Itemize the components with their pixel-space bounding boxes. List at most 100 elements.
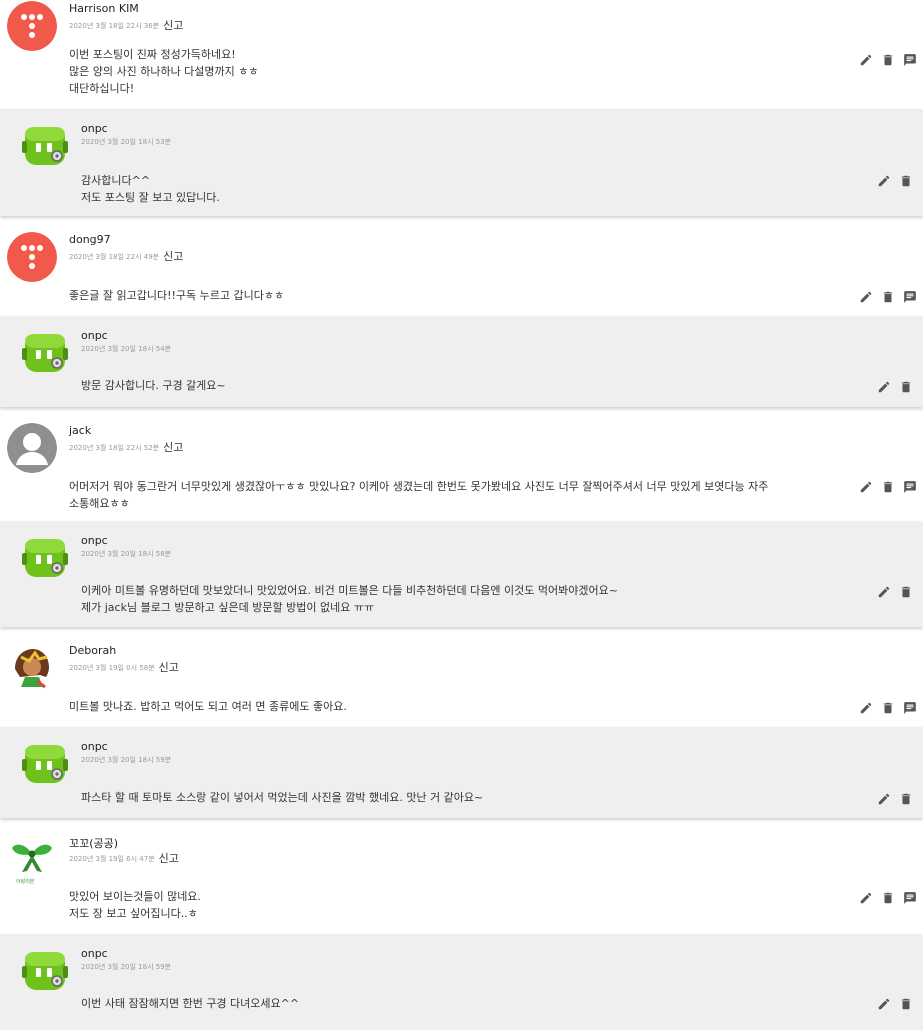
edit-icon[interactable] [877,585,891,599]
delete-icon[interactable] [881,891,895,905]
reply-line: 이케아 미트볼 유명하던데 맛보았더니 맛있었어요. 비건 미트볼은 다들 비추… [81,584,618,597]
cartoon-girl-avatar[interactable] [7,643,57,693]
comment: Harrison KIM 2020년 3월 18일 22시 36분 신고이번 포스팅… [0,0,923,109]
reply-author[interactable]: onpc [81,122,108,135]
comment-meta: 2020년 3월 18일 22시 36분 신고 [69,16,183,32]
comment-body: 이번 포스팅이 진짜 정성가득하네요! 많은 양의 사진 하나하나 다설명까지 ㅎ… [69,46,259,97]
edit-icon[interactable] [877,792,891,806]
comment-actions [859,891,917,905]
reply-body: 방문 감사합니다. 구경 갈게요~ [81,377,226,394]
comment-line: 대단하십니다! [69,82,135,95]
comment-author[interactable]: dong97 [69,233,111,246]
comment-date: 2020년 3월 19일 6시 47분 [69,855,155,863]
comment-date: 2020년 3월 18일 22시 52분 [69,444,160,452]
report-link[interactable]: 신고 [159,852,179,865]
edit-icon[interactable] [877,997,891,1011]
edit-icon[interactable] [859,290,873,304]
green-robot-avatar[interactable] [22,123,68,169]
default-user-avatar[interactable] [7,423,57,473]
reply-body: 파스타 할 때 토마토 소스랑 같이 넣어서 먹었는데 사진을 깜박 했네요. … [81,789,483,806]
comment-line: 소통해요ㅎㅎ [69,497,130,510]
report-link[interactable]: 신고 [163,441,183,454]
tistory-logo-avatar[interactable] [7,232,57,282]
edit-icon[interactable] [859,891,873,905]
comment: jack 2020년 3월 18일 22시 52분 신고 어머저거 뭐야 동그란거 너… [0,413,923,521]
green-ribbon-avatar[interactable] [7,834,57,884]
comment-author[interactable]: Harrison KIM [69,2,139,15]
reply-line: 방문 감사합니다. 구경 갈게요~ [81,379,226,392]
comment-actions [859,480,917,494]
comment-actions [859,53,917,67]
comment-line: 이번 포스팅이 진짜 정성가득하네요! [69,48,236,61]
comment-line: 저도 장 보고 싶어집니다..ㅎ [69,907,198,920]
delete-icon[interactable] [881,480,895,494]
comment: dong97 2020년 3월 18일 22시 49분 신고좋은글 잘 읽고갑니다!… [0,222,923,316]
delete-icon[interactable] [899,174,913,188]
reply-icon[interactable] [903,53,917,67]
reply-author[interactable]: onpc [81,740,108,753]
reply-author[interactable]: onpc [81,329,108,342]
delete-icon[interactable] [899,997,913,1011]
reply-icon[interactable] [903,480,917,494]
comment-body: 미트볼 맛나죠. 밥하고 먹어도 되고 여러 면 종류에도 좋아요. [69,698,347,715]
reply-icon[interactable] [903,701,917,715]
reply-date: 2020년 3월 20일 18시 54분 [81,345,172,353]
comment-date: 2020년 3월 19일 0시 58분 [69,664,155,672]
comment-meta: 2020년 3월 19일 0시 58분 신고 [69,658,179,674]
delete-icon[interactable] [881,290,895,304]
comment-author[interactable]: jack [69,424,91,437]
reply-icon[interactable] [903,891,917,905]
green-robot-avatar[interactable] [22,330,68,376]
tistory-logo-avatar[interactable] [7,1,57,51]
green-robot-avatar[interactable] [22,741,68,787]
reply: onpc 2020년 3월 20일 18시 53분감사합니다^^ 저도 포스팅 잘 … [0,109,923,216]
reply-line: 파스타 할 때 토마토 소스랑 같이 넣어서 먹었는데 사진을 깜박 했네요. … [81,791,484,804]
delete-icon[interactable] [899,380,913,394]
reply: onpc 2020년 3월 20일 18시 59분파스타 할 때 토마토 소스랑 … [0,727,923,818]
reply-date: 2020년 3월 20일 18시 53분 [81,138,172,146]
reply-actions [877,174,913,188]
delete-icon[interactable] [899,585,913,599]
comment: Deborah 2020년 3월 19일 0시 58분 신고미트볼 맛나죠. 밥하고… [0,633,923,727]
comment-meta: 2020년 3월 19일 6시 47분 신고 [69,849,179,865]
reply: onpc 2020년 3월 20일 18시 58분 이케아 미트볼 유명하던데 맛보… [0,521,923,627]
reply-actions [877,380,913,394]
report-link[interactable]: 신고 [163,19,183,32]
reply-date: 2020년 3월 20일 18시 59분 [81,963,172,971]
comment-line: 좋은글 잘 읽고갑니다!!구독 누르고 갑니다ㅎㅎ [69,289,285,302]
comment-author[interactable]: Deborah [69,644,116,657]
green-robot-avatar[interactable] [22,535,68,581]
edit-icon[interactable] [859,480,873,494]
reply-line: 감사합니다^^ [81,174,151,187]
report-link[interactable]: 신고 [159,661,179,674]
comment-line: 맛있어 보이는것들이 많네요. [69,890,201,903]
comment-actions [859,701,917,715]
delete-icon[interactable] [899,792,913,806]
reply: onpc 2020년 3월 20일 18시 59분이번 사태 잠잠해지면 한번 구… [0,934,923,1030]
reply-author[interactable]: onpc [81,534,108,547]
comment-line: 어머저거 뭐야 동그란거 너무맛있게 생겼잖아ㅜㅎㅎ 맛있나요? 이케아 생겼는… [69,480,769,493]
edit-icon[interactable] [859,701,873,715]
green-robot-avatar[interactable] [22,948,68,994]
reply-actions [877,792,913,806]
edit-icon[interactable] [877,380,891,394]
reply-icon[interactable] [903,290,917,304]
reply-date: 2020년 3월 20일 18시 59분 [81,756,172,764]
reply-body: 이케아 미트볼 유명하던데 맛보았더니 맛있었어요. 비건 미트볼은 다들 비추… [81,582,618,616]
reply-line: 이번 사태 잠잠해지면 한번 구경 다녀오세요^^ [81,997,300,1010]
reply-line: 저도 포스팅 잘 보고 있답니다. [81,191,220,204]
comment-actions [859,290,917,304]
reply-line: 제가 jack님 블로그 방문하고 싶은데 방문할 방법이 없네요 ㅠㅠ [81,601,375,614]
comment-body: 맛있어 보이는것들이 많네요. 저도 장 보고 싶어집니다..ㅎ [69,888,201,922]
reply-author[interactable]: onpc [81,947,108,960]
comment-meta: 2020년 3월 18일 22시 49분 신고 [69,247,183,263]
edit-icon[interactable] [859,53,873,67]
delete-icon[interactable] [881,701,895,715]
reply: onpc 2020년 3월 20일 18시 54분방문 감사합니다. 구경 갈게요… [0,316,923,407]
reply-actions [877,997,913,1011]
comment-meta: 2020년 3월 18일 22시 52분 신고 [69,438,183,454]
comment-line: 미트볼 맛나죠. 밥하고 먹어도 되고 여러 면 종류에도 좋아요. [69,700,347,713]
delete-icon[interactable] [881,53,895,67]
report-link[interactable]: 신고 [163,250,183,263]
edit-icon[interactable] [877,174,891,188]
